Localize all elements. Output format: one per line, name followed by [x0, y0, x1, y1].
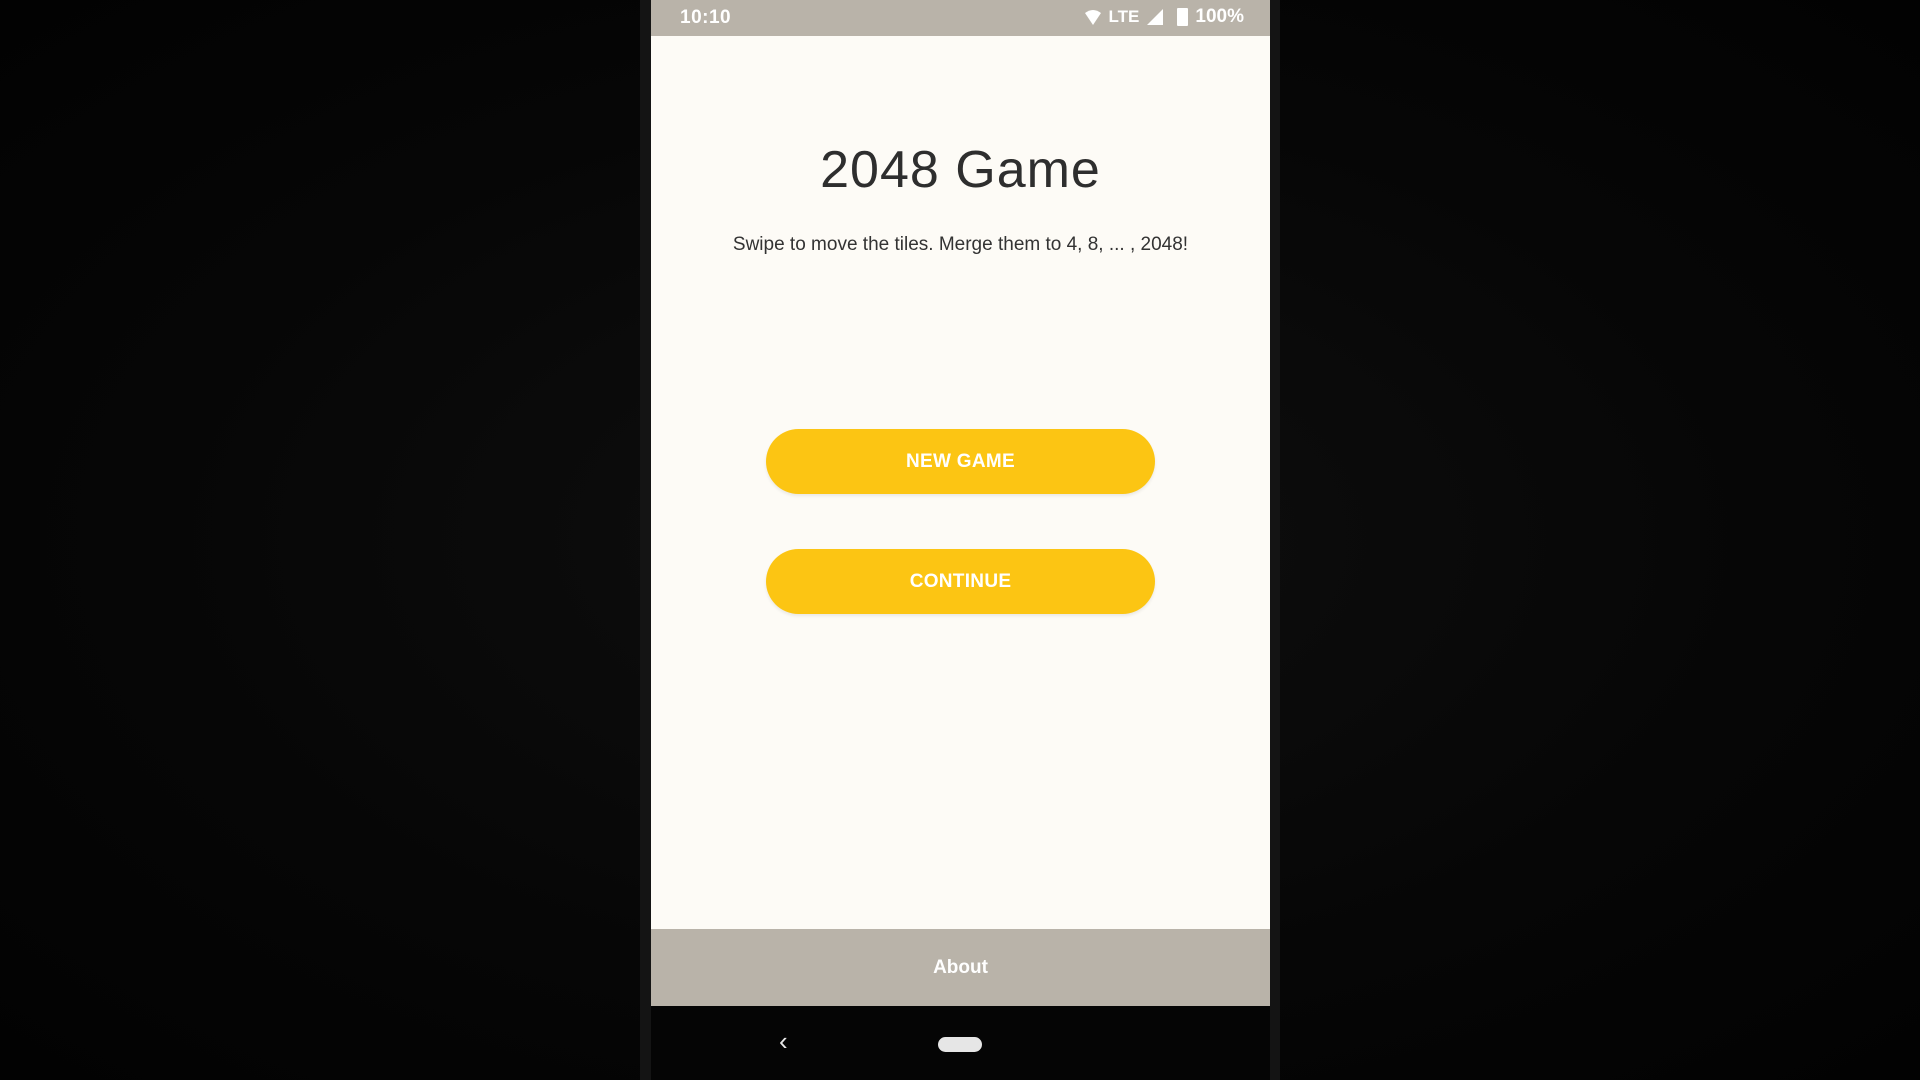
phone-screen: 10:10 LTE 100% 2048 Game Swipe to move t…: [651, 0, 1270, 1006]
about-button[interactable]: About: [651, 929, 1270, 1006]
battery-icon: [1177, 8, 1189, 26]
new-game-button[interactable]: NEW GAME: [766, 429, 1155, 494]
home-pill-icon[interactable]: [938, 1037, 982, 1052]
navigation-bar: ‹: [651, 1006, 1270, 1080]
status-icons: LTE 100%: [1084, 6, 1244, 28]
back-icon[interactable]: ‹: [779, 1028, 788, 1054]
continue-button[interactable]: CONTINUE: [766, 549, 1155, 614]
main-content: 2048 Game Swipe to move the tiles. Merge…: [651, 36, 1270, 929]
page-title: 2048 Game: [820, 141, 1101, 199]
network-type: LTE: [1108, 7, 1140, 26]
instructions-text: Swipe to move the tiles. Merge them to 4…: [732, 234, 1189, 255]
stage: 10:10 LTE 100% 2048 Game Swipe to move t…: [0, 0, 1920, 1080]
status-time: 10:10: [680, 7, 732, 28]
signal-icon: [1147, 9, 1164, 25]
status-bar: 10:10 LTE 100%: [651, 0, 1270, 36]
wifi-icon: [1084, 10, 1101, 25]
battery-percent: 100%: [1195, 6, 1244, 27]
